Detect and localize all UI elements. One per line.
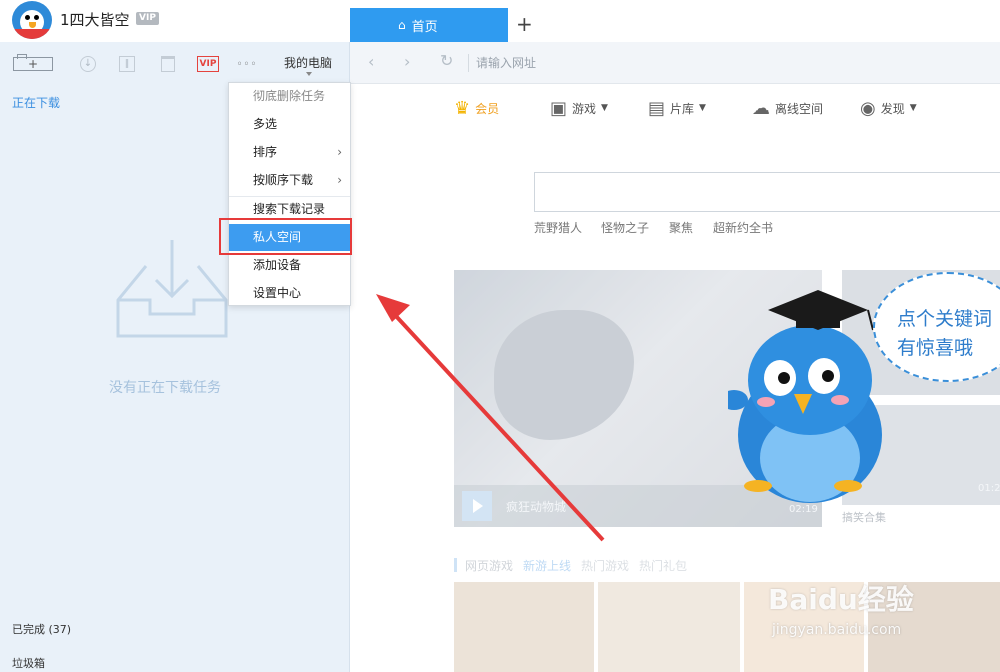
nav-offline[interactable]: ☁ 离线空间	[752, 95, 823, 121]
hot-search-link[interactable]: 怪物之子	[601, 219, 649, 236]
search-input[interactable]	[534, 172, 1000, 212]
game-icon: ▣	[550, 97, 568, 119]
menu-item-add-device[interactable]: 添加设备	[229, 252, 350, 279]
forward-icon[interactable]: ›	[404, 52, 410, 71]
menu-item-settings[interactable]: 设置中心	[229, 280, 350, 307]
chevron-down-icon: ▼	[699, 103, 706, 113]
download-panel: 1四大皆空 VIP + ↓ ‖ VIP ◦◦◦ 我的电脑 正在下载 没有正在下载…	[0, 0, 352, 672]
chevron-down-icon	[306, 72, 312, 76]
chevron-right-icon: ›	[337, 145, 342, 159]
new-task-button[interactable]: +	[13, 54, 53, 71]
nav-discover[interactable]: ◉ 发现 ▼	[860, 95, 917, 121]
nav-games[interactable]: ▣ 游戏 ▼	[550, 95, 608, 121]
speech-text: 点个关键词有惊喜哦	[897, 308, 993, 359]
menu-item-multi-select[interactable]: 多选	[229, 111, 350, 138]
cloud-icon: ☁	[752, 97, 770, 119]
start-download-button[interactable]: ↓	[78, 54, 98, 74]
my-computer-button[interactable]: 我的电脑	[278, 52, 338, 72]
address-divider	[468, 54, 469, 72]
more-button[interactable]: ◦◦◦	[236, 54, 258, 74]
trash-icon	[161, 56, 175, 72]
url-input[interactable]	[476, 52, 976, 74]
pause-button[interactable]: ‖	[118, 54, 136, 74]
tab-bar: ⌂ 首页 +	[350, 0, 1000, 42]
download-toolbar: + ↓ ‖ VIP ◦◦◦ 我的电脑	[0, 50, 350, 78]
download-icon: ↓	[80, 56, 96, 72]
empty-state-text: 没有正在下载任务	[109, 380, 221, 396]
eye-icon: ◉	[860, 97, 876, 119]
hot-search-link[interactable]: 荒野猎人	[534, 219, 582, 236]
menu-item-delete-permanently[interactable]: 彻底删除任务	[229, 83, 350, 110]
nav-library[interactable]: ▤ 片库 ▼	[648, 95, 706, 121]
menu-item-sort[interactable]: 排序 ›	[229, 139, 350, 166]
chevron-down-icon: ▼	[909, 103, 917, 113]
reload-icon[interactable]: ↻	[440, 51, 453, 70]
hot-search-link[interactable]: 聚焦	[669, 219, 693, 236]
tab-downloading[interactable]: 正在下载	[12, 94, 60, 111]
address-bar: ‹ › ↻	[350, 42, 1000, 84]
avatar[interactable]	[12, 1, 52, 39]
vip-badge[interactable]: VIP	[136, 12, 159, 25]
crown-icon: ♛	[454, 97, 471, 119]
empty-inbox-icon	[116, 240, 228, 338]
tab-trash[interactable]: 垃圾箱	[12, 655, 45, 671]
watermark-url: jingyan.baidu.com	[772, 622, 902, 638]
chevron-right-icon: ›	[337, 173, 342, 187]
user-bar: 1四大皆空 VIP	[0, 0, 350, 42]
site-nav: ♛ 会员 ▣ 游戏 ▼ ▤ 片库 ▼ ☁ 离线空间 ◉ 发现 ▼	[350, 85, 1000, 135]
back-icon[interactable]: ‹	[368, 52, 374, 71]
hot-search-link[interactable]: 超新约全书	[713, 219, 773, 236]
pause-icon: ‖	[119, 56, 135, 72]
annotation-highlight-box	[219, 218, 352, 255]
film-icon: ▤	[648, 97, 666, 119]
tab-completed[interactable]: 已完成 (37)	[12, 621, 71, 637]
menu-item-sequential-download[interactable]: 按顺序下载 ›	[229, 167, 350, 194]
new-tab-button[interactable]: +	[516, 12, 533, 36]
home-icon: ⌂	[398, 18, 406, 32]
nav-vip[interactable]: ♛ 会员	[454, 95, 499, 121]
vip-button[interactable]: VIP	[197, 56, 219, 72]
username[interactable]: 1四大皆空	[60, 9, 130, 30]
context-menu: 彻底删除任务 多选 排序 › 按顺序下载 › 搜索下载记录 私人空间 添加设备 设置…	[228, 82, 351, 306]
chevron-down-icon: ▼	[601, 103, 608, 113]
watermark-logo: Baidu经验	[768, 583, 914, 616]
delete-button[interactable]	[158, 54, 178, 74]
tab-home[interactable]: ⌂ 首页	[350, 8, 508, 42]
